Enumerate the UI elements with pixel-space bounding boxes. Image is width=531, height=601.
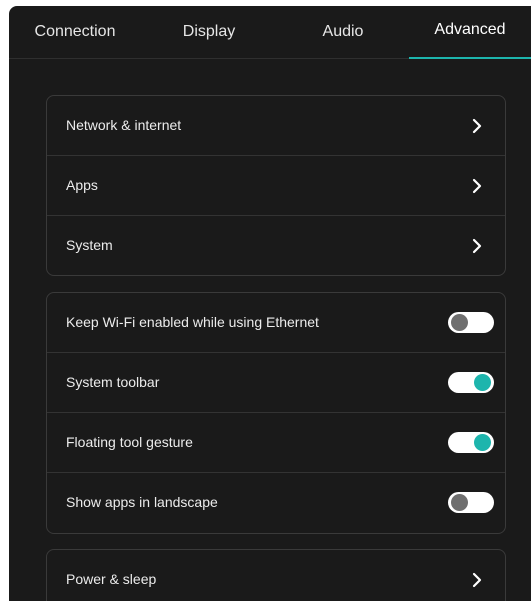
power-card: Power & sleep	[46, 549, 506, 601]
apps-label: Apps	[66, 177, 98, 193]
power-sleep-label: Power & sleep	[66, 571, 157, 587]
floating-tool-gesture-row: Floating tool gesture	[47, 413, 505, 473]
toggle-knob	[474, 374, 491, 391]
active-tab-indicator	[409, 57, 531, 59]
tab-display[interactable]: Display	[141, 6, 277, 58]
system-toolbar-toggle[interactable]	[448, 372, 494, 393]
keep-wifi-label: Keep Wi-Fi enabled while using Ethernet	[66, 314, 319, 330]
network-internet-label: Network & internet	[66, 117, 182, 133]
keep-wifi-row: Keep Wi-Fi enabled while using Ethernet	[47, 293, 505, 353]
chevron-right-icon	[472, 238, 482, 254]
system-row[interactable]: System	[47, 216, 505, 275]
keep-wifi-toggle[interactable]	[448, 312, 494, 333]
chevron-right-icon	[472, 572, 482, 588]
show-apps-landscape-label: Show apps in landscape	[66, 494, 218, 510]
tab-bar: Connection Display Audio Advanced	[9, 6, 531, 59]
toggle-knob	[474, 434, 491, 451]
show-apps-landscape-row: Show apps in landscape	[47, 473, 505, 532]
navigation-card: Network & internet Apps System	[46, 95, 506, 276]
system-toolbar-label: System toolbar	[66, 374, 160, 390]
apps-row[interactable]: Apps	[47, 156, 505, 216]
show-apps-landscape-toggle[interactable]	[448, 492, 494, 513]
network-internet-row[interactable]: Network & internet	[47, 96, 505, 156]
toggle-knob	[451, 494, 468, 511]
system-toolbar-row: System toolbar	[47, 353, 505, 413]
settings-panel: Connection Display Audio Advanced Networ…	[9, 6, 531, 601]
chevron-right-icon	[472, 178, 482, 194]
floating-tool-gesture-toggle[interactable]	[448, 432, 494, 453]
tab-advanced[interactable]: Advanced	[409, 6, 531, 58]
toggles-card: Keep Wi-Fi enabled while using Ethernet …	[46, 292, 506, 534]
power-sleep-row[interactable]: Power & sleep	[47, 550, 505, 601]
toggle-knob	[451, 314, 468, 331]
tab-connection[interactable]: Connection	[9, 6, 141, 58]
chevron-right-icon	[472, 118, 482, 134]
tab-audio[interactable]: Audio	[277, 6, 409, 58]
system-label: System	[66, 237, 113, 253]
floating-tool-gesture-label: Floating tool gesture	[66, 434, 193, 450]
